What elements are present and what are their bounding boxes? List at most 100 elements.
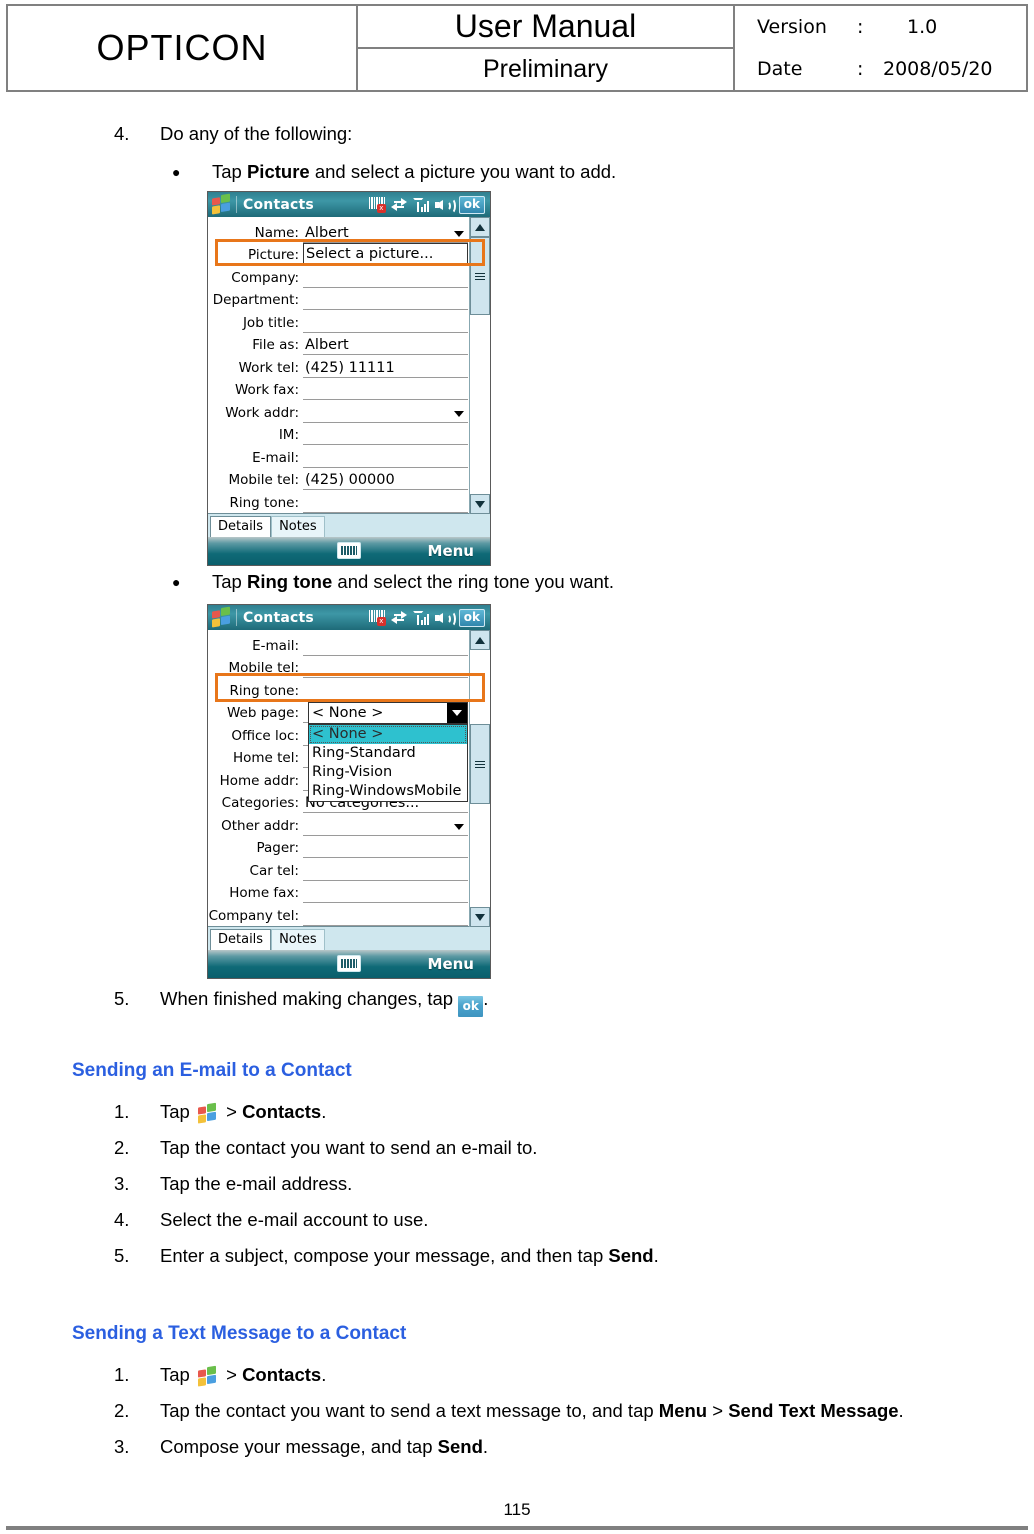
field-input[interactable] [303,816,468,836]
field-input[interactable] [303,883,468,903]
connectivity-icon[interactable] [390,611,407,624]
tab-notes[interactable]: Notes [271,515,325,537]
field-input[interactable]: Albert [303,223,468,243]
dropdown-option[interactable]: < None > [309,725,467,744]
windows-start-icon [197,1102,219,1124]
field-input[interactable]: (425) 11111 [303,358,468,378]
chevron-down-icon[interactable] [447,703,467,723]
step-5-number: 5. [114,988,130,1009]
shot2-scroll-thumb[interactable] [470,724,490,804]
ringtone-dropdown-list[interactable]: < None > Ring-Standard Ring-Vision Ring-Win… [308,724,468,802]
step-text: Compose your message, and tap Send. [160,1435,974,1459]
signal-strength-icon[interactable] [412,197,429,212]
sms-steps-list: 1. Tap > Contacts. 2. Tap the contact you w… [114,1363,974,1471]
field-label: Pager: [256,840,299,856]
bullet-picture-text: Tap Picture and select a picture you wan… [212,160,616,184]
ringtone-selected-value: < None > [312,705,384,721]
step-prefix: Tap [160,1101,195,1122]
field-input[interactable] [303,380,468,400]
shot1-scrollbar[interactable] [469,217,490,514]
field-input[interactable] [303,861,468,881]
field-input[interactable] [303,448,468,468]
step-text: Tap the contact you want to send a text … [160,1399,974,1423]
field-input[interactable] [303,425,468,445]
field-label: Company: [231,269,299,286]
bullet-ringtone: ● Tap Ring tone and select the ring tone… [172,570,972,594]
tab-notes[interactable]: Notes [271,928,325,950]
field-label: Work fax: [234,382,299,398]
bullet-picture: ● Tap Picture and select a picture you w… [172,160,972,184]
tab-details[interactable]: Details [210,928,272,951]
field-input[interactable]: Select a picture... [303,243,468,265]
dropdown-option[interactable]: Ring-WindowsMobile [309,782,467,801]
step-suffix: . [321,1364,327,1385]
field-input[interactable]: Albert [303,335,468,355]
field-input[interactable] [303,290,468,310]
field-label: Ring tone: [229,494,299,511]
list-item: 2. Tap the contact you want to send a tex… [114,1399,974,1423]
step-prefix: Tap [160,1364,195,1385]
field-input[interactable] [303,681,468,701]
footer-divider [6,1526,1028,1530]
tab-details[interactable]: Details [210,515,272,538]
step-number: 2. [114,1400,130,1421]
dropdown-option[interactable]: Ring-Vision [309,763,467,782]
form-row: E-mail: [208,633,490,656]
shot2-scrollbar[interactable] [469,630,490,927]
email-steps-list: 1. Tap > Contacts. 2. Tap the contact you w… [114,1100,974,1280]
speaker-icon[interactable] [434,197,456,214]
field-input[interactable] [303,906,468,926]
field-input[interactable] [303,636,468,656]
shot2-ok-button[interactable]: ok [458,608,485,627]
windows-start-icon [197,1365,219,1387]
barcode-scanner-icon[interactable]: x [368,610,386,626]
shot2-tabstrip: Details Notes [208,925,490,951]
titlebar-divider [236,609,237,626]
step-5-text: When finished making changes, tap ok. [160,987,914,1017]
speaker-icon[interactable] [434,610,456,627]
soft-keyboard-icon[interactable] [337,542,361,559]
field-input[interactable] [303,403,468,423]
shot1-scroll-track[interactable] [470,237,490,494]
field-input[interactable] [303,838,468,858]
windows-start-icon[interactable] [211,606,232,628]
barcode-scanner-icon[interactable]: x [368,197,386,213]
shot1-scroll-up-button[interactable] [470,217,490,237]
form-row: Mobile tel: (425) 00000 [208,468,490,490]
step-mid: > [220,1101,243,1122]
step-prefix: Tap the contact you want to send a text … [160,1400,659,1421]
step-4-text: Do any of the following: [160,123,353,144]
document-header: OPTICON User Manual Preliminary Version … [6,4,1028,92]
shot2-scroll-up-button[interactable] [470,630,490,650]
step-prefix: Compose your message, and tap [160,1436,438,1457]
shot1-ok-button[interactable]: ok [458,195,485,214]
shot2-scroll-track[interactable] [470,650,490,907]
field-input[interactable] [303,493,468,513]
shot2-menu-button[interactable]: Menu [428,955,474,973]
ringtone-combobox[interactable]: < None > [308,702,468,724]
field-input[interactable] [303,658,468,678]
field-label: Picture: [248,247,299,263]
step-bold: Menu [658,1400,708,1421]
shot2-scroll-down-button[interactable] [470,907,490,927]
soft-keyboard-icon[interactable] [337,955,361,972]
field-input[interactable]: (425) 00000 [303,470,468,490]
windows-start-icon[interactable] [211,193,232,215]
shot1-menu-button[interactable]: Menu [428,542,474,560]
step-bold: Send [608,1245,654,1266]
list-item: 4. Select the e-mail account to use. [114,1208,974,1232]
form-row: Company: [208,265,490,288]
connectivity-icon[interactable] [390,198,407,211]
shot2-titlebar: Contacts x ok [208,605,490,630]
date-label: Date [757,58,803,80]
field-input[interactable] [303,313,468,333]
shot1-contact-form: Name: Albert Picture: Select a picture... Co… [208,217,490,514]
step-text: Select the e-mail account to use. [160,1208,974,1232]
shot1-scroll-thumb[interactable] [470,237,490,315]
field-label: Home fax: [229,885,299,901]
step-prefix: Select the e-mail account to use. [160,1209,429,1230]
dropdown-option[interactable]: Ring-Standard [309,744,467,763]
field-input[interactable] [303,268,468,288]
signal-strength-icon[interactable] [412,610,429,625]
shot1-scroll-down-button[interactable] [470,494,490,514]
